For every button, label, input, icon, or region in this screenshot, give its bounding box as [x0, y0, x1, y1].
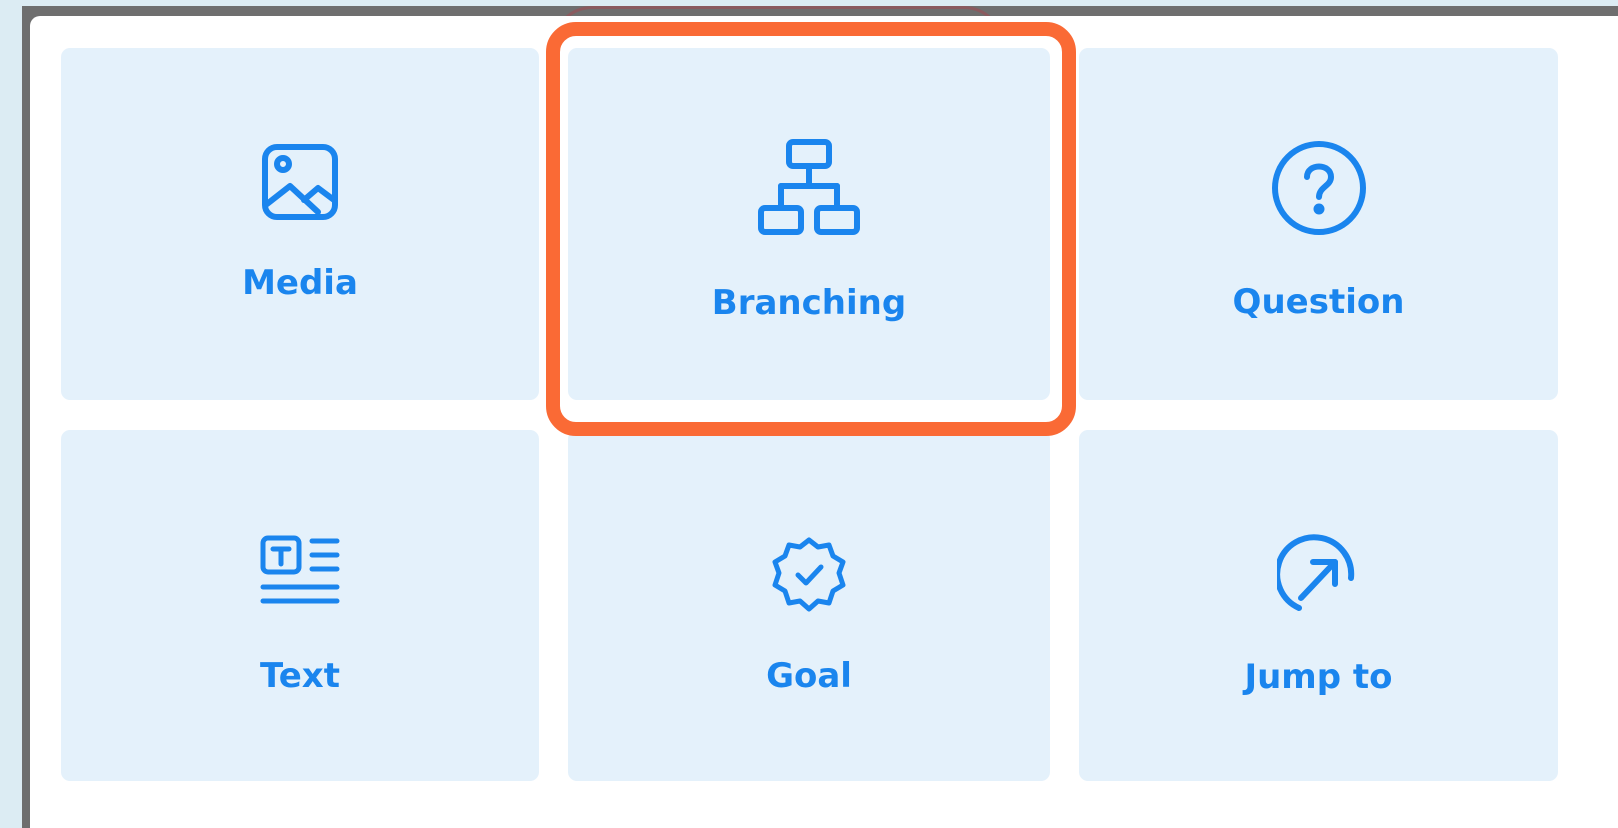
tile-jump-to[interactable]: Jump to	[1079, 430, 1558, 781]
content-type-picker: Media Branching Question Text Goal Jump …	[30, 16, 1618, 828]
question-circle-icon	[1270, 139, 1368, 237]
arrow-up-right-circle-icon	[1276, 533, 1361, 618]
badge-check-icon	[769, 535, 849, 615]
tile-question[interactable]: Question	[1079, 48, 1558, 400]
tile-goal[interactable]: Goal	[568, 430, 1050, 781]
tile-branching-label: Branching	[711, 283, 907, 323]
tile-media-label: Media	[242, 263, 358, 303]
tile-question-label: Question	[1232, 282, 1405, 322]
tile-media[interactable]: Media	[61, 48, 539, 400]
tile-text-label: Text	[260, 655, 340, 696]
text-block-icon	[260, 535, 340, 611]
tile-jump-to-label: Jump to	[1244, 656, 1393, 697]
image-icon	[260, 142, 340, 222]
tile-text[interactable]: Text	[61, 430, 539, 781]
tile-branching[interactable]: Branching	[568, 48, 1050, 400]
hierarchy-icon	[757, 138, 861, 238]
tile-goal-label: Goal	[766, 655, 852, 696]
